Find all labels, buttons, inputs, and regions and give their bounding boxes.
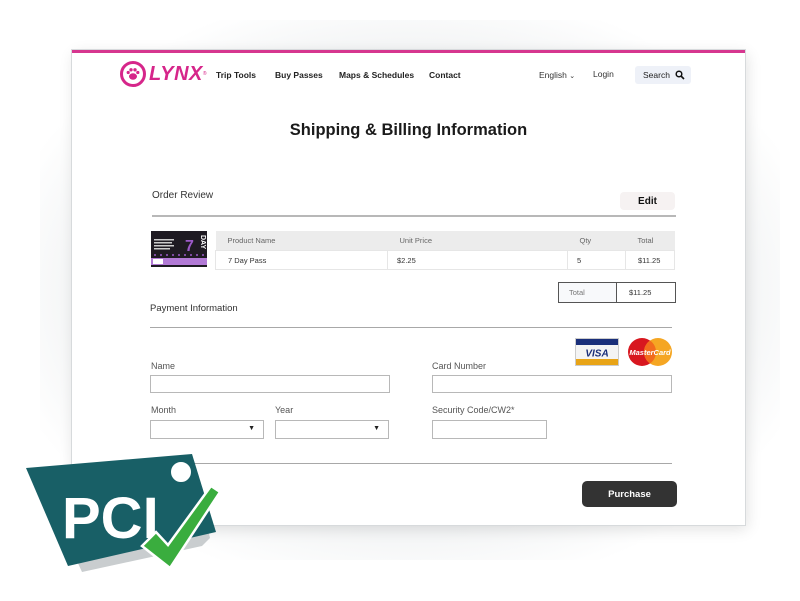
ticket-image: 7 DAY [151, 231, 207, 267]
search-icon [675, 70, 685, 80]
nav-trip-tools[interactable]: Trip Tools [216, 70, 256, 80]
order-review-heading: Order Review [152, 190, 214, 201]
col-product-name: Product Name [215, 231, 388, 251]
cell-product: 7 Day Pass [215, 250, 388, 270]
payment-divider [150, 327, 672, 328]
svg-text:DAY: DAY [199, 235, 206, 249]
edit-button[interactable]: Edit [620, 192, 675, 210]
page-title: Shipping & Billing Information [289, 121, 528, 139]
security-code-label: Security Code/CW2* [432, 405, 515, 415]
total-label: Total [559, 283, 617, 302]
month-label: Month [151, 405, 177, 415]
paw-icon [120, 61, 146, 87]
cell-total: $11.25 [625, 250, 675, 270]
top-nav: LYNX ® Trip Tools Buy Passes Maps & Sche… [72, 53, 745, 99]
purchase-button[interactable]: Purchase [582, 481, 677, 507]
language-label: English [539, 70, 567, 80]
pci-dot [169, 460, 193, 484]
order-total: Total $11.25 [558, 282, 676, 303]
cell-unit-price: $2.25 [387, 250, 568, 270]
brand-name: LYNX [149, 62, 203, 85]
security-code-input[interactable] [432, 420, 547, 439]
name-label: Name [151, 361, 176, 371]
registered-mark: ® [202, 71, 207, 77]
cell-qty: 5 [567, 250, 626, 270]
login-link[interactable]: Login [593, 69, 614, 79]
mastercard-logo: MasterCard [626, 337, 674, 367]
search-label: Search [643, 70, 670, 80]
nav-maps-schedules[interactable]: Maps & Schedules [339, 70, 414, 80]
card-number-input[interactable] [432, 375, 672, 393]
search-button[interactable]: Search [635, 66, 691, 84]
card-number-label: Card Number [432, 361, 487, 371]
svg-text:7: 7 [185, 238, 194, 255]
mastercard-text: MasterCard [629, 348, 671, 357]
pci-text: PCI [62, 486, 159, 551]
payment-heading: Payment Information [150, 303, 238, 314]
visa-text: VISA [585, 349, 608, 360]
col-qty: Qty [567, 231, 626, 251]
lynx-logo[interactable]: LYNX ® [120, 61, 207, 87]
language-selector[interactable]: English ⌄ [539, 70, 575, 80]
dropdown-arrow-icon: ▼ [373, 425, 380, 432]
month-select[interactable]: ▼ [150, 420, 264, 439]
chevron-down-icon: ⌄ [569, 73, 576, 80]
col-unit-price: Unit Price [387, 231, 568, 251]
year-select[interactable]: ▼ [275, 420, 389, 439]
order-table: Product Name Unit Price Qty Total 7 Day … [215, 231, 675, 270]
total-value: $11.25 [629, 288, 652, 297]
visa-logo: VISA [575, 338, 619, 366]
name-input[interactable] [150, 375, 390, 393]
table-row: 7 Day Pass $2.25 5 $11.25 [215, 250, 675, 270]
table-header-row: Product Name Unit Price Qty Total [215, 231, 675, 251]
year-label: Year [275, 405, 294, 415]
nav-buy-passes[interactable]: Buy Passes [275, 70, 323, 80]
pci-badge: PCI [26, 454, 222, 572]
dropdown-arrow-icon: ▼ [248, 425, 255, 432]
col-total: Total [625, 231, 675, 251]
order-divider [152, 215, 676, 217]
nav-contact[interactable]: Contact [429, 70, 461, 80]
